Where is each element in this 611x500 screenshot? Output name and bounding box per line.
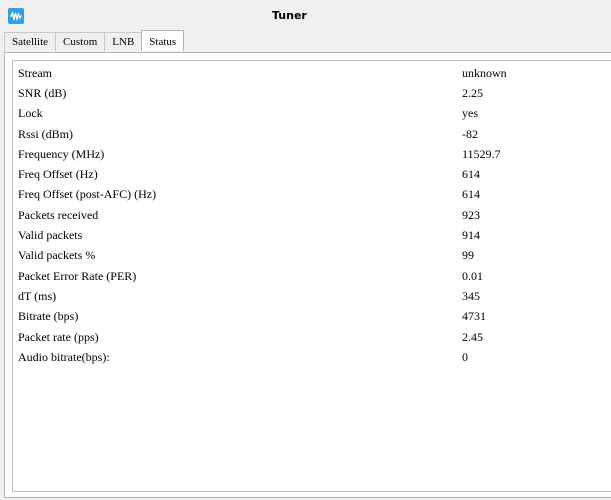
status-row-valid-packets: Valid packets 914 (13, 225, 611, 245)
status-label: Packets received (18, 208, 99, 222)
status-row-bitrate: Bitrate (bps) 4731 (13, 306, 611, 326)
status-list[interactable]: Stream unknown SNR (dB) 2.25 Lock yes Rssi … (12, 60, 611, 492)
status-label: SNR (dB) (18, 86, 67, 100)
status-row-dt: dT (ms) 345 (13, 286, 611, 306)
status-row-snr: SNR (dB) 2.25 (13, 83, 611, 103)
status-label: Rssi (dBm) (18, 127, 74, 141)
status-row-packets-received: Packets received 923 (13, 205, 611, 225)
status-label: Audio bitrate(bps): (18, 350, 110, 364)
status-value: -82 (462, 127, 478, 141)
status-value: 614 (462, 187, 480, 201)
tab-status[interactable]: Status (141, 30, 185, 51)
status-value: 2.45 (462, 330, 483, 344)
status-label: dT (ms) (18, 289, 57, 303)
status-row-rssi: Rssi (dBm) -82 (13, 124, 611, 144)
status-panel: Stream unknown SNR (dB) 2.25 Lock yes Rssi … (4, 52, 611, 498)
status-value: yes (462, 106, 478, 120)
status-label: Packet rate (pps) (18, 330, 99, 344)
status-label: Valid packets (18, 228, 83, 242)
status-row-packet-rate: Packet rate (pps) 2.45 (13, 327, 611, 347)
status-label: Freq Offset (post-AFC) (Hz) (18, 187, 157, 201)
status-row-valid-packets-percent: Valid packets % 99 (13, 245, 611, 265)
status-row-per: Packet Error Rate (PER) 0.01 (13, 266, 611, 286)
status-value: unknown (462, 66, 507, 80)
status-label: Freq Offset (Hz) (18, 167, 98, 181)
window-title: Tuner (272, 9, 307, 22)
status-label: Stream (18, 66, 52, 80)
status-row-freq-offset-post-afc: Freq Offset (post-AFC) (Hz) 614 (13, 184, 611, 204)
status-label: Lock (18, 106, 43, 120)
status-value: 2.25 (462, 86, 483, 100)
status-value: 614 (462, 167, 480, 181)
tab-bar: Satellite Custom LNB Status (4, 30, 185, 52)
status-value: 4731 (462, 309, 486, 323)
tab-lnb[interactable]: LNB (104, 32, 143, 51)
status-label: Bitrate (bps) (18, 309, 79, 323)
status-label: Packet Error Rate (PER) (18, 269, 137, 283)
status-row-audio-bitrate: Audio bitrate(bps): 0 (13, 347, 611, 367)
tab-custom[interactable]: Custom (55, 32, 106, 51)
title-bar: Tuner (0, 0, 611, 32)
status-row-stream: Stream unknown (13, 63, 611, 83)
status-row-freq-offset: Freq Offset (Hz) 614 (13, 164, 611, 184)
status-value: 0.01 (462, 269, 483, 283)
status-value: 345 (462, 289, 480, 303)
status-value: 923 (462, 208, 480, 222)
status-label: Frequency (MHz) (18, 147, 105, 161)
status-row-lock: Lock yes (13, 103, 611, 123)
status-value: 99 (462, 248, 474, 262)
status-value: 914 (462, 228, 480, 242)
status-value: 0 (462, 350, 468, 364)
status-row-frequency: Frequency (MHz) 11529.7 (13, 144, 611, 164)
status-label: Valid packets % (18, 248, 96, 262)
status-value: 11529.7 (462, 147, 501, 161)
tab-satellite[interactable]: Satellite (4, 32, 57, 51)
